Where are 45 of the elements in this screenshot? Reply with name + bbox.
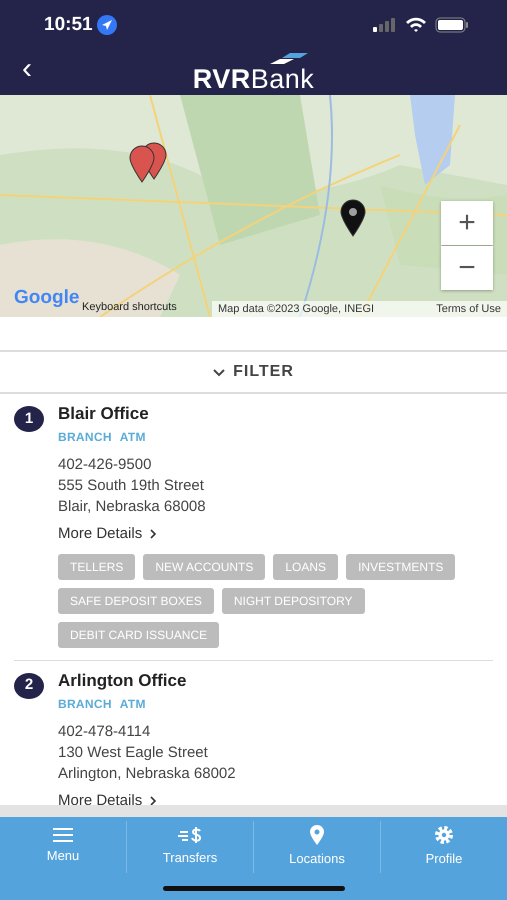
chevron-right-icon (150, 796, 158, 805)
number-marker: 1 (14, 406, 44, 432)
address-line: 130 West Eagle Street (58, 742, 209, 762)
address-line: Blair, Nebraska 68008 (58, 497, 207, 517)
location-name: Arlington Office (58, 670, 188, 690)
service-tag: NEW ACCOUNTS (143, 554, 266, 580)
map-provider-logo: Google (14, 286, 80, 310)
signal-icon (373, 18, 397, 32)
address-line: 555 South 19th Street (58, 476, 205, 496)
keyboard-shortcuts-link[interactable]: Keyboard shortcuts (82, 298, 177, 315)
chevron-icon (213, 368, 226, 376)
location-type: BRANCH (58, 429, 112, 446)
service-tag: INVESTMENTS (346, 554, 456, 580)
settings-icon (434, 825, 454, 846)
map-pins-drawing[interactable] (128, 141, 168, 183)
status-time: 10:51 (44, 12, 93, 37)
transfer-dollar-icon (178, 826, 202, 844)
chevron-right-icon (150, 529, 158, 540)
location-type: BRANCH (58, 696, 112, 712)
map-pin-icon[interactable] (339, 199, 367, 237)
wifi-icon (405, 17, 427, 33)
service-tag: NIGHT DEPOSITORY (222, 588, 365, 614)
service-tag: TELLERS (58, 554, 136, 580)
filter-button[interactable]: FILTER (0, 350, 507, 394)
back-button[interactable]: ‹ (18, 54, 36, 84)
more-details-link[interactable]: More Details (58, 790, 158, 805)
battery-icon (435, 17, 469, 33)
address-line: Arlington, Nebraska 68002 (58, 764, 237, 784)
map-data-text: Map data ©2023 Google, INEGI (218, 302, 374, 316)
location-type: ATM (120, 696, 146, 712)
map-pin-icon (309, 825, 325, 846)
terms-link[interactable]: Terms of Use (436, 300, 501, 317)
zoom-out-button[interactable]: − (441, 246, 493, 290)
number-marker: 2 (14, 672, 44, 698)
zoom-in-button[interactable]: + (441, 201, 493, 245)
location-type: ATM (120, 429, 146, 446)
service-tag: DEBIT CARD ISSUANCE (58, 622, 220, 648)
bank-logo: RVRBank (192, 66, 314, 93)
phone-number: 402-478-4114 (58, 722, 152, 742)
location-name: Blair Office (58, 404, 150, 424)
menu-icon (53, 828, 73, 842)
phone-number: 402-426-9500 (58, 455, 152, 475)
service-tag: LOANS (273, 554, 338, 580)
more-details-link[interactable]: More Details (58, 523, 158, 546)
service-tag: SAFE DEPOSIT BOXES (58, 588, 214, 614)
